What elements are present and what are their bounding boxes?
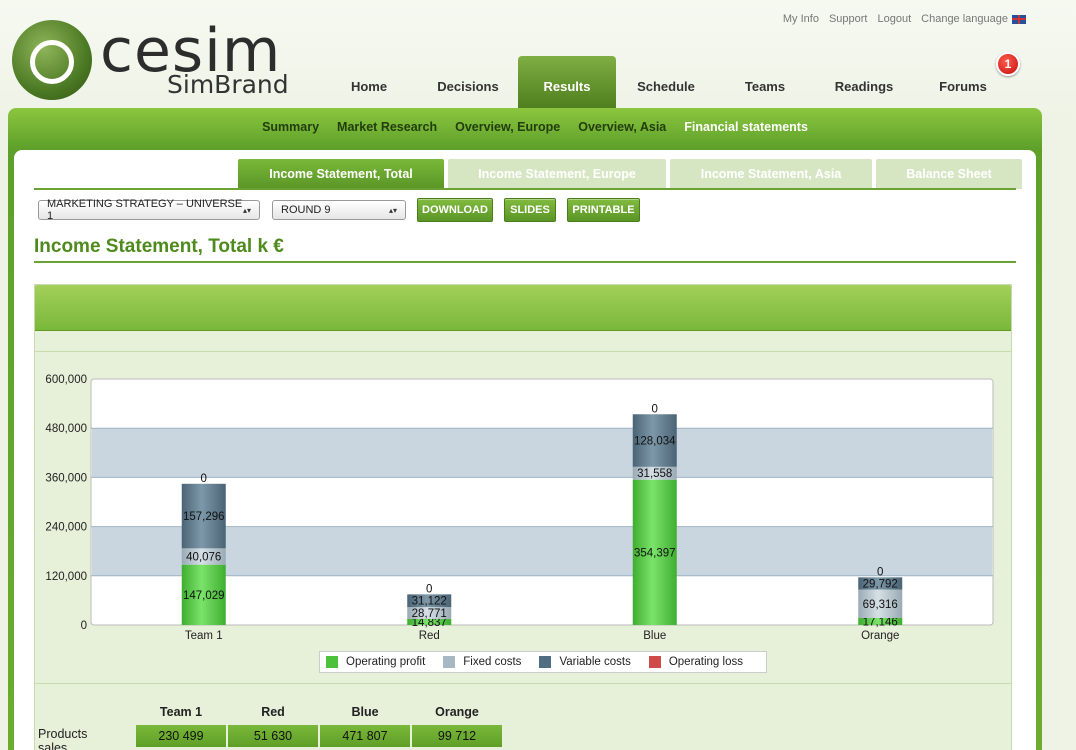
data-label: 28,771 [412,608,447,620]
grid-band [92,428,992,478]
y-tick-label: 240,000 [45,522,87,534]
logo-emblem-icon [12,20,92,100]
data-label: 69,316 [863,599,898,611]
subnav-financial-statements[interactable]: Financial statements [684,120,808,134]
x-tick-label: Red [419,630,440,642]
legend-label: Operating profit [346,656,426,668]
my-info-link[interactable]: My Info [783,13,819,25]
main-nav: Home Decisions Results Schedule Teams Re… [320,56,1013,108]
sub-nav: Summary Market Research Overview, Europe… [8,120,1042,134]
legend-bar-icon [326,656,338,668]
data-label: 40,076 [186,552,221,564]
legend-bar-icon [443,656,456,668]
download-button[interactable]: DOWNLOAD [417,198,493,222]
data-label: 17,146 [863,616,898,628]
logo-subtitle: SimBrand [167,70,289,99]
report-separator [35,683,1011,684]
nav-schedule[interactable]: Schedule [617,56,715,108]
x-tick-label: Blue [643,630,666,642]
table-header: Orange [435,705,479,719]
report-header-bar [35,285,1011,331]
nav-results[interactable]: Results [518,56,616,108]
tab-income-europe[interactable]: Income Statement, Europe [448,159,666,189]
y-tick-label: 480,000 [45,423,87,435]
data-label: 0 [426,583,432,595]
subnav-summary[interactable]: Summary [262,120,319,134]
tab-underline [34,188,1016,190]
plot-area [90,378,994,626]
data-label: 0 [652,403,658,415]
legend-variable-costs[interactable]: Variable costs [539,656,631,668]
legend-fixed-costs[interactable]: Fixed costs [443,656,521,668]
slides-button[interactable]: SLIDES [504,198,556,222]
nav-home[interactable]: Home [320,56,418,108]
tab-income-total[interactable]: Income Statement, Total [238,159,444,189]
round-select[interactable]: ROUND 9 ▴▾ [272,200,406,220]
chart-legend: Operating profit Fixed costs Variable co… [319,651,767,673]
table-cell: 230 499 [136,725,226,747]
logout-link[interactable]: Logout [877,13,911,25]
report-area: 0 120,000 240,000 360,000 480,000 600,000 147,… [34,284,1012,750]
table-cell: 51 630 [228,725,318,747]
table-cell: 471 807 [320,725,410,747]
title-underline [34,261,1016,263]
data-label: 0 [877,566,883,578]
strategy-select[interactable]: MARKETING STRATEGY – UNIVERSE 1 ▴▾ [38,198,260,222]
legend-bar-icon [539,656,552,668]
nav-decisions[interactable]: Decisions [419,56,517,108]
round-select-value: ROUND 9 [281,204,331,216]
tab-income-asia[interactable]: Income Statement, Asia [670,159,872,189]
data-label: 128,034 [634,436,676,448]
data-label: 354,397 [634,547,676,559]
table-header: Team 1 [159,705,203,719]
table-cell: 99 712 [412,725,502,747]
cesim-logo[interactable]: cesim SimBrand [12,18,302,103]
subnav-market-research[interactable]: Market Research [337,120,437,134]
change-language-link[interactable]: Change language [921,13,1026,25]
subnav-overview-asia[interactable]: Overview, Asia [578,120,666,134]
data-label: 29,792 [863,578,898,590]
table-header: Blue [351,705,379,719]
data-label: 147,029 [183,590,225,602]
legend-operating-profit[interactable]: Operating profit [326,656,425,668]
legend-operating-loss[interactable]: Operating loss [648,656,743,668]
data-label: 157,296 [183,511,225,523]
content-area: Income Statement, Total Income Statement… [14,150,1036,750]
forums-notification-badge[interactable]: 1 [996,52,1020,76]
change-language-label: Change language [921,13,1008,25]
subnav-overview-europe[interactable]: Overview, Europe [455,120,560,134]
uk-flag-icon [1012,14,1026,24]
legend-label: Operating loss [668,656,743,668]
statement-tabs: Income Statement, Total Income Statement… [238,159,1022,189]
nav-teams[interactable]: Teams [716,56,814,108]
main-panel: Summary Market Research Overview, Europe… [8,108,1042,750]
support-link[interactable]: Support [829,13,868,25]
printable-button[interactable]: PRINTABLE [567,198,640,222]
table-row-label: Products sales [38,727,88,750]
data-label: 0 [201,473,207,485]
data-label: 31,122 [412,596,447,608]
nav-readings[interactable]: Readings [815,56,913,108]
legend-label: Fixed costs [463,656,522,668]
tab-balance-sheet[interactable]: Balance Sheet [876,159,1022,189]
y-tick-label: 360,000 [45,472,87,484]
income-chart-svg: 0 120,000 240,000 360,000 480,000 600,000 147,… [45,374,994,642]
top-links: My Info Support Logout Change language [783,13,1026,25]
legend-bar-icon [648,656,661,668]
income-chart: 0 120,000 240,000 360,000 480,000 600,000 147,… [35,371,1013,681]
legend-label: Variable costs [559,656,631,668]
select-arrows-icon: ▴▾ [388,205,397,215]
x-tick-label: Orange [861,630,899,642]
table-header: Red [261,705,285,719]
y-tick-label: 0 [81,620,87,632]
x-tick-label: Team 1 [185,630,223,642]
data-label: 31,558 [637,468,672,480]
strategy-select-value: MARKETING STRATEGY – UNIVERSE 1 [47,198,243,222]
report-separator [35,351,1011,352]
y-tick-label: 600,000 [45,374,87,386]
page-title: Income Statement, Total k € [34,236,284,257]
y-tick-label: 120,000 [45,571,87,583]
select-arrows-icon: ▴▾ [242,205,251,215]
grid-band [92,526,992,576]
